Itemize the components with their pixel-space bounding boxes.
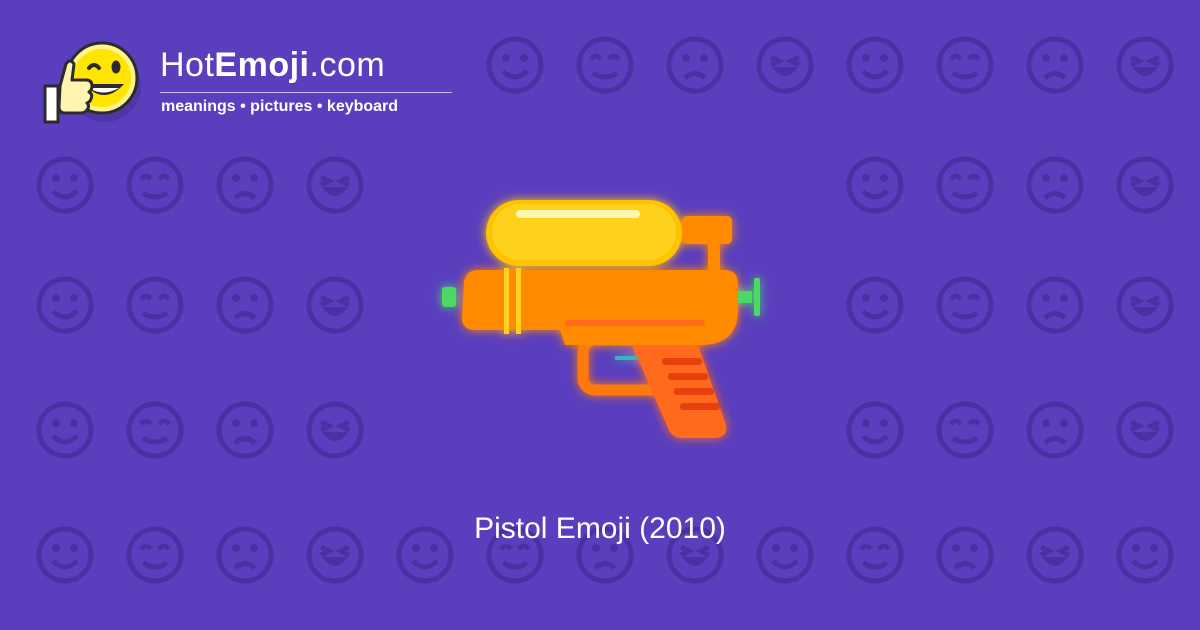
background-emoji-icon xyxy=(846,156,904,214)
background-emoji-icon xyxy=(756,36,814,94)
background-emoji-icon xyxy=(666,36,724,94)
background-emoji-icon xyxy=(1026,276,1084,334)
background-emoji-icon xyxy=(936,401,994,459)
site-logo[interactable]: HotEmoji.com meanings • pictures • keybo… xyxy=(40,36,470,136)
emoji-caption: Pistol Emoji (2010) xyxy=(474,512,726,545)
background-emoji-icon xyxy=(936,156,994,214)
background-emoji-icon xyxy=(1026,156,1084,214)
background-emoji-icon xyxy=(846,36,904,94)
background-emoji-icon xyxy=(936,36,994,94)
site-tagline: meanings • pictures • keyboard xyxy=(161,98,399,115)
background-emoji-icon xyxy=(846,401,904,459)
background-emoji-icon xyxy=(486,36,544,94)
background-emoji-icon xyxy=(1116,401,1174,459)
background-emoji-icon xyxy=(36,156,94,214)
background-emoji-icon xyxy=(126,156,184,214)
background-emoji-icon xyxy=(1026,36,1084,94)
background-emoji-icon xyxy=(1116,36,1174,94)
nozzle-right xyxy=(738,291,752,303)
thumbs-up-wink-emoji-icon xyxy=(43,41,141,124)
background-emoji-icon xyxy=(306,276,364,334)
site-name: HotEmoji.com xyxy=(160,46,386,84)
background-emoji-icon xyxy=(216,276,274,334)
background-emoji-icon xyxy=(36,401,94,459)
background-emoji-icon xyxy=(126,401,184,459)
background-emoji-icon xyxy=(936,276,994,334)
background-emoji-icon xyxy=(576,36,634,94)
background-emoji-icon xyxy=(36,276,94,334)
background-emoji-icon xyxy=(1116,276,1174,334)
background-emoji-icon xyxy=(1026,401,1084,459)
water-pistol-icon xyxy=(442,200,760,438)
logo-divider xyxy=(160,92,452,93)
nozzle-left xyxy=(442,287,456,307)
background-emoji-icon xyxy=(126,276,184,334)
background-emoji-icon xyxy=(1116,156,1174,214)
background-emoji-icon xyxy=(306,156,364,214)
background-emoji-icon xyxy=(846,276,904,334)
background-emoji-icon xyxy=(216,401,274,459)
background-emoji-icon xyxy=(306,401,364,459)
background-emoji-icon xyxy=(216,156,274,214)
